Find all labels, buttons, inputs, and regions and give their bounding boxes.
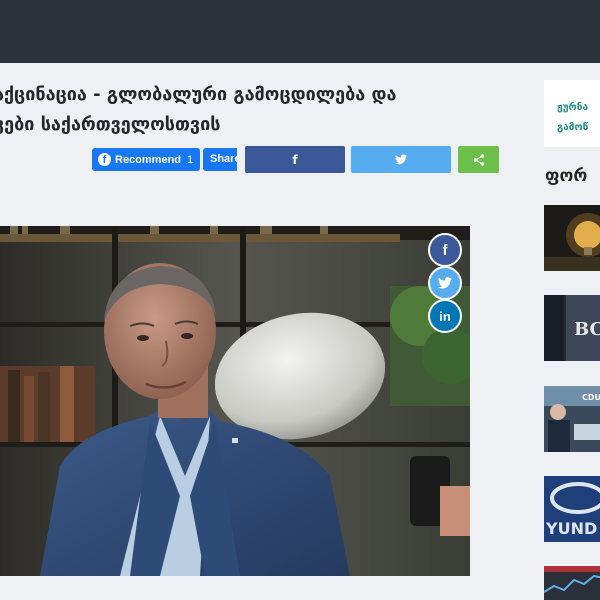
sidebar-promo-line-1: ჟურნა xyxy=(557,102,589,113)
sidebar-thumbnail-2[interactable]: BC xyxy=(544,295,600,361)
facebook-icon: f xyxy=(292,152,298,167)
article-photo xyxy=(0,226,470,576)
recommend-label: Recommend xyxy=(115,153,182,166)
share-label: Share xyxy=(210,153,237,165)
facebook-icon: f xyxy=(442,241,448,259)
floating-twitter-button[interactable] xyxy=(428,266,462,300)
article-title: აქცინაცია - გლობალური გამოცდილება და ვებ… xyxy=(0,80,514,140)
twitter-icon xyxy=(438,277,452,289)
article-title-line-1: აქცინაცია - გლობალური გამოცდილება და xyxy=(0,84,397,105)
recommend-count: 1 xyxy=(187,153,194,166)
sidebar-thumb-3-text: CDU xyxy=(582,393,600,402)
sidebar-thumb-4-text: YUND xyxy=(545,519,597,538)
article-title-line-2: ვები საქართველოსთვის xyxy=(0,114,221,135)
sidebar-thumbnail-5[interactable] xyxy=(544,566,600,600)
facebook-recommend-button[interactable]: f Recommend 1 xyxy=(92,148,200,171)
floating-facebook-button[interactable]: f xyxy=(428,233,462,267)
sidebar-promo-line-2: გამოწ xyxy=(557,122,589,133)
sidebar-section-heading: ფორ xyxy=(545,166,588,186)
linkedin-icon: in xyxy=(439,308,451,324)
sidebar-thumbnail-4[interactable]: YUND xyxy=(544,476,600,542)
floating-linkedin-button[interactable]: in xyxy=(428,299,462,333)
sidebar-promo-box[interactable]: ჟურნა გამოწ xyxy=(544,80,600,147)
top-navigation-bar xyxy=(0,0,600,63)
sidebar-thumbnail-1[interactable] xyxy=(544,205,600,271)
share-more-button[interactable] xyxy=(458,146,499,173)
twitter-icon xyxy=(395,154,407,165)
sidebar-thumbnail-3[interactable]: CDU xyxy=(544,386,600,452)
facebook-share-button[interactable]: Share xyxy=(203,148,237,171)
sidebar-thumb-2-text: BC xyxy=(574,319,600,340)
share-icon xyxy=(473,153,484,166)
share-facebook-button[interactable]: f xyxy=(245,146,345,173)
facebook-logo-icon: f xyxy=(98,153,111,166)
share-twitter-button[interactable] xyxy=(351,146,451,173)
floating-share-bar: f in xyxy=(428,233,462,333)
